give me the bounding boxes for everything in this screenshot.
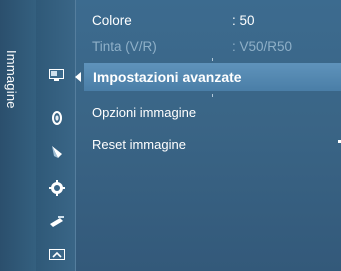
- category-tab: Immagine: [0, 0, 36, 271]
- display-icon[interactable]: [48, 68, 66, 84]
- selection-arrow-icon: [75, 72, 81, 82]
- row-label: Impostazioni avanzate: [93, 69, 242, 85]
- icon-column: [36, 0, 76, 271]
- scroll-tick: [212, 94, 213, 97]
- menu-row-reset-immagine[interactable]: Reset immagine: [84, 136, 341, 154]
- row-label: Tinta (V/R): [92, 39, 157, 54]
- menu-row-impostazioni-avanzate[interactable]: Impostazioni avanzate: [84, 63, 341, 143]
- row-label: Opzioni immagine: [92, 105, 197, 120]
- row-value: : V50/R50: [232, 39, 293, 54]
- row-label: Colore: [92, 13, 132, 28]
- menu-list: Colore : 50 Tinta (V/R) : V50/R50 Impost…: [84, 0, 341, 271]
- menu-row-colore[interactable]: Colore : 50: [84, 12, 341, 30]
- satellite-icon[interactable]: [48, 214, 66, 230]
- channel-icon[interactable]: [48, 144, 66, 160]
- row-label: Reset immagine: [92, 137, 186, 152]
- scroll-tick: [212, 58, 213, 61]
- menu-row-opzioni-immagine[interactable]: Opzioni immagine: [84, 104, 341, 122]
- menu-row-tinta[interactable]: Tinta (V/R) : V50/R50: [84, 38, 341, 56]
- sound-icon[interactable]: [48, 110, 66, 126]
- category-label: Immagine: [4, 50, 19, 109]
- tv-menu-screen: Immagine Colore: 50 Tinta (V/R): V50/R…: [0, 0, 341, 271]
- settings-gear-icon[interactable]: [48, 180, 66, 196]
- row-value: : 50: [232, 13, 255, 28]
- input-icon[interactable]: [48, 248, 66, 264]
